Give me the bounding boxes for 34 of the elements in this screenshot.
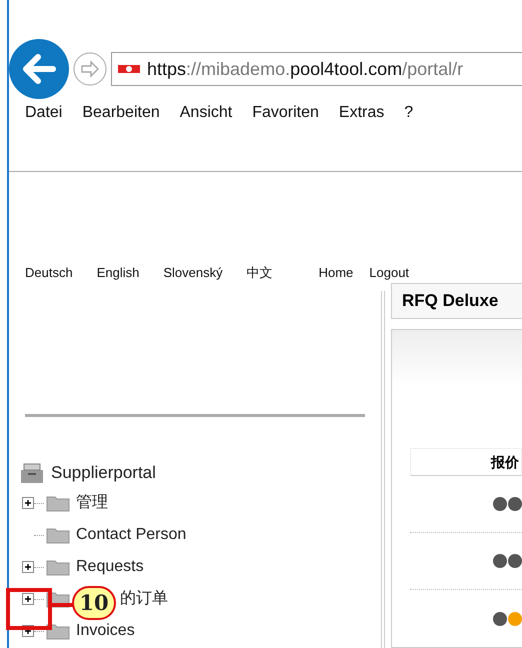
folder-icon xyxy=(46,494,70,512)
nav-link[interactable]: Home xyxy=(318,262,354,282)
column-header: 报价 xyxy=(410,448,522,476)
callout-badge: 10 xyxy=(72,586,116,620)
folder-icon xyxy=(46,558,70,576)
expand-icon[interactable] xyxy=(22,561,34,573)
tree-item[interactable]: Contact Person xyxy=(76,523,186,547)
tree-item[interactable]: Invoices xyxy=(76,619,135,643)
folder-icon xyxy=(46,622,70,640)
drawer-icon xyxy=(19,462,45,484)
panel-header: RFQ Deluxe xyxy=(391,283,522,319)
menu-item[interactable]: Favoriten xyxy=(252,101,319,125)
tree-item[interactable]: Supplierportal xyxy=(51,460,156,486)
tree-item[interactable]: Requests xyxy=(76,555,144,579)
menu-item[interactable]: Ansicht xyxy=(180,101,232,125)
expand-icon[interactable] xyxy=(22,497,34,509)
highlight-frame xyxy=(6,588,52,630)
menu-item[interactable]: Extras xyxy=(338,101,384,125)
address-bar[interactable]: https://mibademo.pool4tool.com/portal/r xyxy=(111,52,522,86)
menu-item[interactable]: ? xyxy=(404,101,414,125)
language-link[interactable]: Slovenský xyxy=(163,262,223,282)
expand-icon[interactable] xyxy=(22,593,34,605)
site-icon xyxy=(117,63,141,75)
language-link[interactable]: 中文 xyxy=(246,262,273,282)
tree-item[interactable]: 管理 xyxy=(76,491,108,515)
tree-item[interactable]: 的订单 xyxy=(120,587,168,611)
menu-item[interactable]: Bearbeiten xyxy=(82,101,160,125)
url-text: https://mibademo.pool4tool.com/portal/r xyxy=(147,58,464,81)
language-link[interactable]: English xyxy=(96,262,140,282)
menu-item[interactable]: Datei xyxy=(25,101,62,125)
back-button[interactable] xyxy=(9,39,69,99)
nav-link[interactable]: Logout xyxy=(369,262,410,282)
folder-icon xyxy=(46,526,70,544)
language-link[interactable]: Deutsch xyxy=(25,262,73,282)
